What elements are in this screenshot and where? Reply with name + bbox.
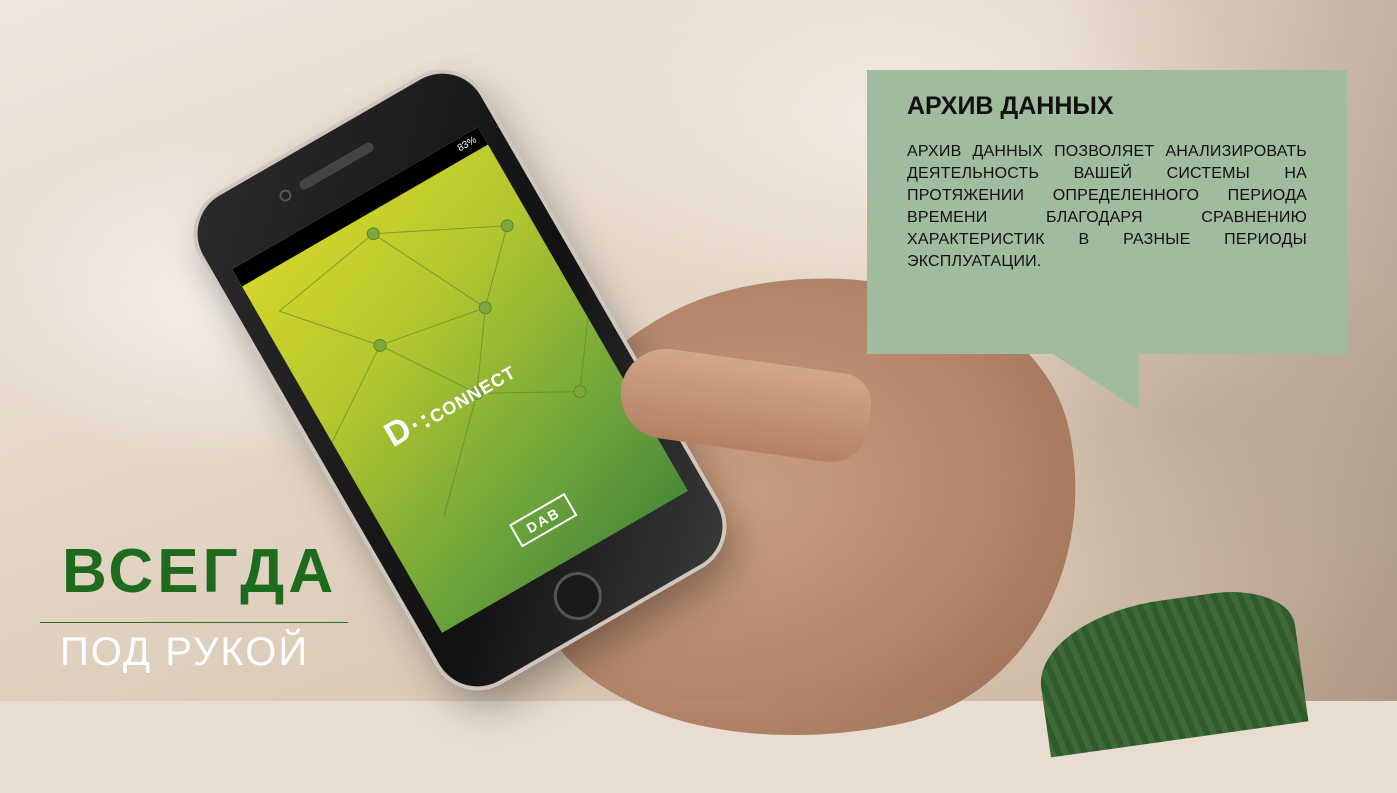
front-camera-icon <box>277 187 294 204</box>
callout-title: АРХИВ ДАННЫХ <box>907 92 1114 120</box>
speaker-grille <box>297 140 376 192</box>
tagline-main: ВСЕГДА <box>62 537 338 606</box>
home-button <box>545 563 611 629</box>
tagline: ВСЕГДА ПОД РУКОЙ <box>40 536 350 676</box>
callout-pointer <box>1053 354 1139 410</box>
callout-text: АРХИВ ДАННЫХ ПОЗВОЛЯЕТ АНАЛИЗИРОВАТЬ ДЕЯ… <box>907 143 1307 270</box>
tagline-divider <box>40 622 348 623</box>
callout-box: АРХИВ ДАННЫХ АРХИВ ДАННЫХ ПОЗВОЛЯЕТ АНАЛ… <box>867 70 1347 354</box>
tagline-sub: ПОД РУКОЙ <box>60 630 310 674</box>
